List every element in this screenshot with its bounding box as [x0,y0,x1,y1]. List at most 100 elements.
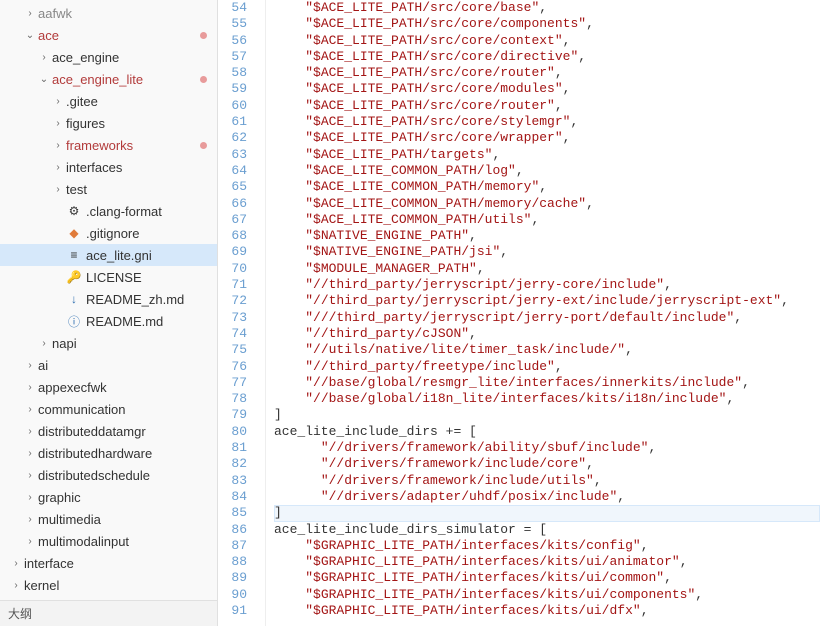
tree-item-ai[interactable]: ›ai [0,354,217,376]
code-editor[interactable]: 5455565758596061626364656667686970717273… [218,0,820,626]
tree-item-ace[interactable]: ⌄ace [0,24,217,46]
code-line[interactable]: "//third_party/freetype/include", [274,359,820,375]
tree-item-interface[interactable]: ›interface [0,552,217,574]
code-line[interactable]: "//utils/native/lite/timer_task/include/… [274,342,820,358]
tree-item-readme-md[interactable]: ⓘREADME.md [0,310,217,332]
tree-item-prebuilts[interactable]: ›prebuilts [0,596,217,600]
code-line[interactable]: ] [274,505,820,521]
line-number: 82 [218,456,247,472]
code-line[interactable]: ace_lite_include_dirs_simulator = [ [274,522,820,538]
tree-item-label: ai [38,358,217,373]
line-number: 84 [218,489,247,505]
tree-item-figures[interactable]: ›figures [0,112,217,134]
line-number: 78 [218,391,247,407]
code-line[interactable]: "$GRAPHIC_LITE_PATH/interfaces/kits/ui/c… [274,587,820,603]
tree-item-label: aafwk [38,6,217,21]
tree-item-label: appexecfwk [38,380,217,395]
code-line[interactable]: "$ACE_LITE_COMMON_PATH/memory", [274,179,820,195]
code-line[interactable]: "$GRAPHIC_LITE_PATH/interfaces/kits/ui/a… [274,554,820,570]
tree-item--gitignore[interactable]: ◆.gitignore [0,222,217,244]
code-line[interactable]: "$ACE_LITE_PATH/src/core/context", [274,33,820,49]
tree-item-interfaces[interactable]: ›interfaces [0,156,217,178]
code-line[interactable]: "//base/global/i18n_lite/interfaces/kits… [274,391,820,407]
code-line[interactable]: "$GRAPHIC_LITE_PATH/interfaces/kits/ui/d… [274,603,820,619]
tree-item-multimedia[interactable]: ›multimedia [0,508,217,530]
code-line[interactable]: ] [274,407,820,423]
code-line[interactable]: "$ACE_LITE_PATH/src/core/modules", [274,81,820,97]
tree-item-label: test [66,182,217,197]
md-icon: ↓ [66,291,82,307]
code-line[interactable]: "$ACE_LITE_COMMON_PATH/utils", [274,212,820,228]
code-line[interactable]: "$ACE_LITE_PATH/src/core/router", [274,65,820,81]
code-line[interactable]: "//third_party/jerryscript/jerry-core/in… [274,277,820,293]
tree-item-appexecfwk[interactable]: ›appexecfwk [0,376,217,398]
code-line[interactable]: "//third_party/cJSON", [274,326,820,342]
code-line[interactable]: "//base/global/resmgr_lite/interfaces/in… [274,375,820,391]
tree-item-distributedhardware[interactable]: ›distributedhardware [0,442,217,464]
code-line[interactable]: ace_lite_include_dirs += [ [274,424,820,440]
tree-item-graphic[interactable]: ›graphic [0,486,217,508]
tree-item-kernel[interactable]: ›kernel [0,574,217,596]
tree-item-label: prebuilts [24,600,217,601]
code-line[interactable]: "$GRAPHIC_LITE_PATH/interfaces/kits/conf… [274,538,820,554]
tree-item-label: graphic [38,490,217,505]
code-line[interactable]: "$GRAPHIC_LITE_PATH/interfaces/kits/ui/c… [274,570,820,586]
tree-item--gitee[interactable]: ›.gitee [0,90,217,112]
code-line[interactable]: "$MODULE_MANAGER_PATH", [274,261,820,277]
code-line[interactable]: "//drivers/framework/include/core", [274,456,820,472]
tree-item-label: README.md [86,314,217,329]
tree-item-aafwk[interactable]: ›aafwk [0,2,217,24]
code-line[interactable]: "$ACE_LITE_PATH/src/core/base", [274,0,820,16]
code-line[interactable]: "$ACE_LITE_PATH/src/core/wrapper", [274,130,820,146]
code-line[interactable]: "//drivers/adapter/uhdf/posix/include", [274,489,820,505]
line-number: 73 [218,310,247,326]
line-number: 58 [218,65,247,81]
tree-item-readme-zh-md[interactable]: ↓README_zh.md [0,288,217,310]
file-tree[interactable]: ›aafwk⌄ace›ace_engine⌄ace_engine_lite›.g… [0,0,217,600]
code-line[interactable]: "//drivers/framework/ability/sbuf/includ… [274,440,820,456]
tree-item-ace-engine[interactable]: ›ace_engine [0,46,217,68]
chevron-right-icon: › [52,140,64,151]
chevron-right-icon: › [24,536,36,547]
code-line[interactable]: "//third_party/jerryscript/jerry-ext/inc… [274,293,820,309]
tree-item-label: distributedhardware [38,446,217,461]
code-line[interactable]: "$ACE_LITE_PATH/src/core/router", [274,98,820,114]
tree-item-label: LICENSE [86,270,217,285]
modified-indicator-icon [200,76,207,83]
tree-item--clang-format[interactable]: ⚙.clang-format [0,200,217,222]
code-content[interactable]: "$ACE_LITE_PATH/src/core/base", "$ACE_LI… [266,0,820,626]
tree-item-ace-lite-gni[interactable]: ≡ace_lite.gni [0,244,217,266]
tree-item-napi[interactable]: ›napi [0,332,217,354]
tree-item-multimodalinput[interactable]: ›multimodalinput [0,530,217,552]
chevron-right-icon: › [10,580,22,591]
chevron-right-icon: › [24,426,36,437]
line-number: 62 [218,130,247,146]
tree-item-communication[interactable]: ›communication [0,398,217,420]
chevron-right-icon: › [24,404,36,415]
code-line[interactable]: "$ACE_LITE_PATH/src/core/directive", [274,49,820,65]
line-number: 85 [218,505,247,521]
tree-item-label: ace_lite.gni [86,248,217,263]
code-line[interactable]: "$NATIVE_ENGINE_PATH", [274,228,820,244]
tree-item-license[interactable]: 🔑LICENSE [0,266,217,288]
line-number: 67 [218,212,247,228]
line-number: 88 [218,554,247,570]
code-line[interactable]: "$ACE_LITE_PATH/targets", [274,147,820,163]
code-line[interactable]: "$ACE_LITE_PATH/src/core/stylemgr", [274,114,820,130]
line-number: 55 [218,16,247,32]
tree-item-distributedschedule[interactable]: ›distributedschedule [0,464,217,486]
code-line[interactable]: "//drivers/framework/include/utils", [274,473,820,489]
tree-item-ace-engine-lite[interactable]: ⌄ace_engine_lite [0,68,217,90]
tree-item-frameworks[interactable]: ›frameworks [0,134,217,156]
line-number: 59 [218,81,247,97]
outline-panel-header[interactable]: 大纲 [0,600,217,626]
tree-item-test[interactable]: ›test [0,178,217,200]
tree-item-label: .clang-format [86,204,217,219]
code-line[interactable]: "$NATIVE_ENGINE_PATH/jsi", [274,244,820,260]
code-line[interactable]: "///third_party/jerryscript/jerry-port/d… [274,310,820,326]
chevron-right-icon: › [24,360,36,371]
code-line[interactable]: "$ACE_LITE_COMMON_PATH/log", [274,163,820,179]
code-line[interactable]: "$ACE_LITE_COMMON_PATH/memory/cache", [274,196,820,212]
code-line[interactable]: "$ACE_LITE_PATH/src/core/components", [274,16,820,32]
tree-item-distributeddatamgr[interactable]: ›distributeddatamgr [0,420,217,442]
